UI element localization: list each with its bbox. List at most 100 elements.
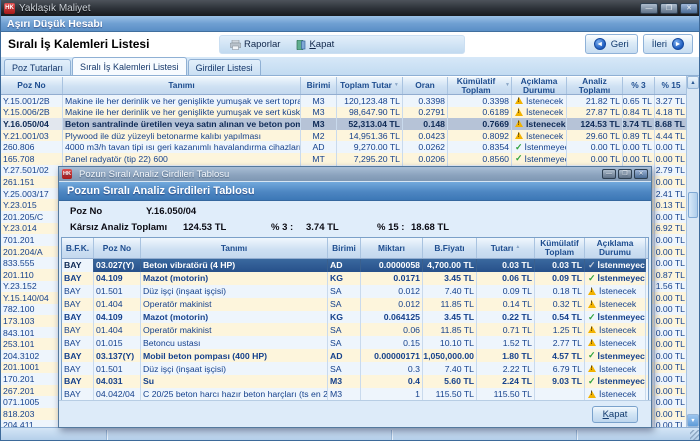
table-row[interactable]: BAY04.042/04C 20/25 beton harcı hazır be… [62,388,648,401]
status-label: İstenmeyecek [598,260,646,270]
column-header-label: Birimi [307,81,331,90]
column-header-9[interactable]: Açıklama Durumu [585,238,646,258]
cell: 0.00 TL [655,327,688,339]
scroll-down-icon[interactable]: ▼ [687,414,699,427]
column-header-1[interactable]: B.F.K. [62,238,94,258]
cell: 0.0206 [403,153,448,165]
cell: KG [328,272,361,285]
cell: Makine ile her derinlik ve her genişlikt… [63,95,301,107]
cell: 071.1005 [1,396,63,408]
scrollbar-thumb[interactable] [688,192,698,218]
table-row[interactable]: Y.15.006/2BMakine ile her derinlik ve he… [1,107,688,119]
tab-3[interactable]: Girdiler Listesi [188,59,261,75]
column-header-7[interactable]: Tutarı▲ [477,238,535,258]
dialog-kapat-button[interactable]: Kapat [592,406,638,423]
status-label: İstenecek [599,286,636,296]
column-header-10[interactable]: % 15 [655,77,688,94]
cell: BAY [62,259,94,272]
table-row[interactable]: BAY03.137(Y)Mobil beton pompası (400 HP)… [62,349,648,362]
column-header-1[interactable]: Poz No [1,77,63,94]
table-row[interactable]: Y.21.001/03Plywood ile düz yüzeyli beton… [1,130,688,142]
cell: SA [328,285,361,298]
table-row[interactable]: Y.16.050/04Beton santralinde üretilen ve… [1,118,688,130]
table-row[interactable]: BAY01.501Düz işçi (inşaat işçisi)SA0.37.… [62,362,648,375]
cell: Operatör makinist [141,323,328,336]
column-header-5[interactable]: Miktarı [361,238,423,258]
warning-icon [515,132,523,139]
table-row[interactable]: 165.708Panel radyatör (tip 22) 600MT7,29… [1,153,688,165]
maximize-icon[interactable]: ❒ [660,3,678,14]
cell: 0.03 TL [477,259,535,272]
scroll-up-icon[interactable]: ▲ [687,76,699,89]
cell: 0.00 TL [655,362,688,374]
main-table-header: Poz NoTanımıBirimiToplam Tutar▼OranKümül… [1,76,688,95]
column-header-label: Tutarı [491,244,514,253]
cell: İstenecek [512,107,567,119]
warning-icon [588,301,596,308]
close-icon[interactable]: ✕ [680,3,698,14]
table-row[interactable]: BAY01.015Betoncu ustasıSA0.1510.10 TL1.5… [62,336,648,349]
cell: 03.137(Y) [94,349,141,362]
table-row[interactable]: BAY01.501Düz işçi (inşaat işçisi)SA0.012… [62,285,648,298]
sort-icon: ▼ [505,83,510,88]
cell: 4.57 TL [535,349,585,362]
cell: İstenecek [585,323,646,336]
cell: 0.00 TL [655,257,688,269]
column-header-9[interactable]: % 3 [623,77,655,94]
column-header-8[interactable]: Kümülatif Toplam [535,238,585,258]
status-label: İstenecek [526,96,563,106]
geri-button[interactable]: ◄ Geri [585,34,638,54]
column-header-3[interactable]: Tanımı [141,238,328,258]
column-header-6[interactable]: Kümülatif Toplam▼ [448,77,512,94]
cell: 10.13 TL [655,199,688,211]
table-row[interactable]: BAY04.031SuM30.45.60 TL2.24 TL9.03 TL✓İs… [62,375,648,388]
cell: 0.064125 [361,311,423,324]
vertical-scrollbar[interactable]: ▲ ▼ [686,76,699,427]
column-header-7[interactable]: Açıklama Durumu [512,77,567,94]
table-row[interactable]: 260.8064000 m3/h tavan tipi ısı geri kaz… [1,141,688,153]
ileri-button[interactable]: İleri ► [643,34,693,54]
warning-icon [588,326,596,333]
resize-grip[interactable] [690,430,700,440]
dialog-maximize-icon[interactable]: ❒ [618,169,632,179]
warning-icon [588,339,596,346]
page-banner-label: Aşırı Düşük Hesabı [7,18,103,30]
cell: 2.22 TL [477,362,535,375]
minimize-icon[interactable]: — [640,3,658,14]
column-header-8[interactable]: Analiz Toplamı [567,77,623,94]
column-header-4[interactable]: Birimi [328,238,361,258]
cell: 1,050,000.00 [423,349,477,362]
table-row[interactable]: BAY03.027(Y)Beton vibratörü (4 HP)AD0.00… [62,259,648,272]
cell: BAY [62,311,94,324]
table-row[interactable]: BAY04.109Mazot (motorin)KG0.0641253.45 T… [62,311,648,324]
table-row[interactable]: BAY01.404Operatör makinistSA0.0611.85 TL… [62,323,648,336]
column-header-label: Toplam Tutar [340,81,392,90]
column-header-6[interactable]: B.Fiyatı [423,238,477,258]
dialog-minimize-icon[interactable]: — [602,169,616,179]
cell: Mazot (motorin) [141,272,328,285]
column-header-3[interactable]: Birimi [301,77,337,94]
toolbar: Raporlar Kapat [219,35,465,54]
cell: 04.031 [94,375,141,388]
column-header-5[interactable]: Oran [403,77,448,94]
tab-2[interactable]: Sıralı İş Kalemleri Listesi [72,57,187,75]
raporlar-button[interactable]: Raporlar [230,39,280,50]
column-header-2[interactable]: Tanımı [63,77,301,94]
cell: 6.79 TL [535,362,585,375]
cell: 0.22 TL [477,311,535,324]
dialog-banner: Pozun Sıralı Analiz Girdileri Tablosu [59,181,651,201]
cell: 4.18 TL [655,107,688,119]
cell: MT [301,153,337,165]
column-header-2[interactable]: Poz No [94,238,141,258]
cell: 0.00 TL [655,420,688,427]
cell: 10.10 TL [423,336,477,349]
cell: 01.015 [94,336,141,349]
kapat-button[interactable]: Kapat [296,39,334,50]
table-row[interactable]: BAY01.404Operatör makinistSA0.01211.85 T… [62,298,648,311]
dialog-close-icon[interactable]: ✕ [634,169,648,179]
table-row[interactable]: BAY04.109Mazot (motorin)KG0.01713.45 TL0… [62,272,648,285]
cell: 11.85 TL [423,323,477,336]
tab-1[interactable]: Poz Tutarları [4,59,71,75]
column-header-4[interactable]: Toplam Tutar▼ [337,77,403,94]
table-row[interactable]: Y.15.001/2BMakine ile her derinlik ve he… [1,95,688,107]
